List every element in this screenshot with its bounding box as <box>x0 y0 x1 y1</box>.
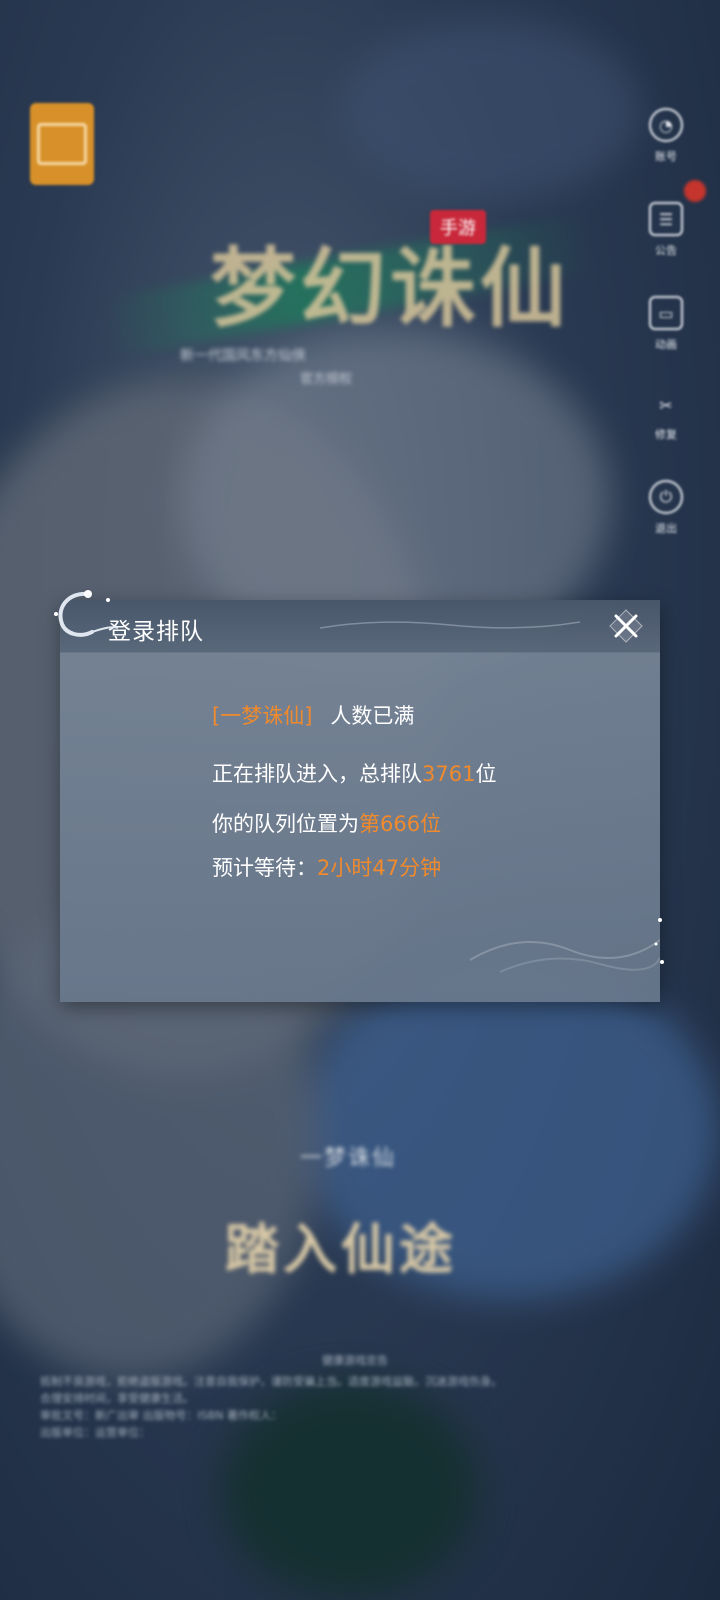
video-icon: ▭ <box>649 296 683 330</box>
queue-suffix: 位 <box>475 762 497 786</box>
wait-time: 2小时47分钟 <box>317 856 442 880</box>
queue-total: 3761 <box>422 762 476 786</box>
side-item-account[interactable]: ◔ 账号 <box>646 108 686 164</box>
queue-total-line: 正在排队进入，总排队3761位 <box>212 758 496 788</box>
side-item-label: 账号 <box>655 150 677 163</box>
close-button[interactable] <box>604 604 648 648</box>
side-menu: ◔ 账号 ☰ 公告 ▭ 动画 ✂ 修复 ⏻ 退出 <box>646 108 686 574</box>
side-item-label: 退出 <box>655 522 677 535</box>
close-icon <box>609 609 643 643</box>
bottom-slogan-big: 踏入仙途 <box>225 1217 457 1281</box>
legal-notice: 健康游戏忠告 抵制不良游戏，拒绝盗版游戏。注意自我保护，谨防受骗上当。适度游戏益… <box>40 1352 670 1441</box>
account-icon: ◔ <box>649 108 683 142</box>
side-item-label: 修复 <box>655 428 677 441</box>
server-line: [一梦诛仙] 人数已满 <box>212 700 414 730</box>
game-subtitle-2: 官方授权 <box>300 372 353 387</box>
wait-prefix: 预计等待： <box>212 856 317 880</box>
game-subtitle: 新一代国风东方仙侠 <box>180 348 306 364</box>
wait-time-line: 预计等待：2小时47分钟 <box>212 852 441 882</box>
exit-icon: ⏻ <box>649 480 683 514</box>
queue-prefix: 正在排队进入，总排队 <box>212 762 422 786</box>
server-status: 人数已满 <box>330 704 415 728</box>
mist-decoration <box>469 939 660 973</box>
header-decoration <box>320 621 580 629</box>
legal-line: 审批文号：新广出审 出版物号：ISBN 著作权人： <box>40 1409 282 1422</box>
side-item-label: 动画 <box>655 338 677 351</box>
legal-line: 抵制不良游戏，拒绝盗版游戏。注意自我保护，谨防受骗上当。适度游戏益脑，沉迷游戏伤… <box>40 1375 502 1388</box>
bottom-slogan-small: 一梦诛仙 <box>300 1146 397 1171</box>
notice-icon: ☰ <box>649 202 683 236</box>
mobile-tag: 手游 <box>430 210 486 244</box>
dialog-title: 登录排队 <box>108 619 204 645</box>
side-item-exit[interactable]: ⏻ 退出 <box>646 480 686 536</box>
queue-position-line: 你的队列位置为第666位 <box>212 808 441 838</box>
sparkle-decoration <box>654 918 664 964</box>
login-queue-dialog: 登录排队 [一梦诛仙] 人数已满 正在排队进入，总排队3761位 你的队列位置为第… <box>54 590 664 1002</box>
repair-icon: ✂ <box>659 395 673 415</box>
side-item-label: 公告 <box>655 244 677 257</box>
publisher-logo <box>30 103 94 185</box>
legal-line: 合理安排时间，享受健康生活。 <box>40 1392 194 1405</box>
side-item-repair[interactable]: ✂ 修复 <box>646 390 686 442</box>
position-prefix: 你的队列位置为 <box>212 812 359 836</box>
cloud-swirl-icon <box>54 590 118 637</box>
side-item-notice[interactable]: ☰ 公告 <box>646 202 686 258</box>
server-name: [一梦诛仙] <box>212 704 313 728</box>
legal-head: 健康游戏忠告 <box>322 1354 388 1367</box>
queue-position: 第666位 <box>359 812 442 836</box>
dialog-header: 登录排队 <box>60 600 660 653</box>
side-item-video[interactable]: ▭ 动画 <box>646 296 686 352</box>
notification-dot <box>684 180 706 202</box>
game-title-logo: 梦幻诛仙 <box>210 238 570 339</box>
legal-line: 出版单位：运营单位： <box>40 1426 150 1439</box>
